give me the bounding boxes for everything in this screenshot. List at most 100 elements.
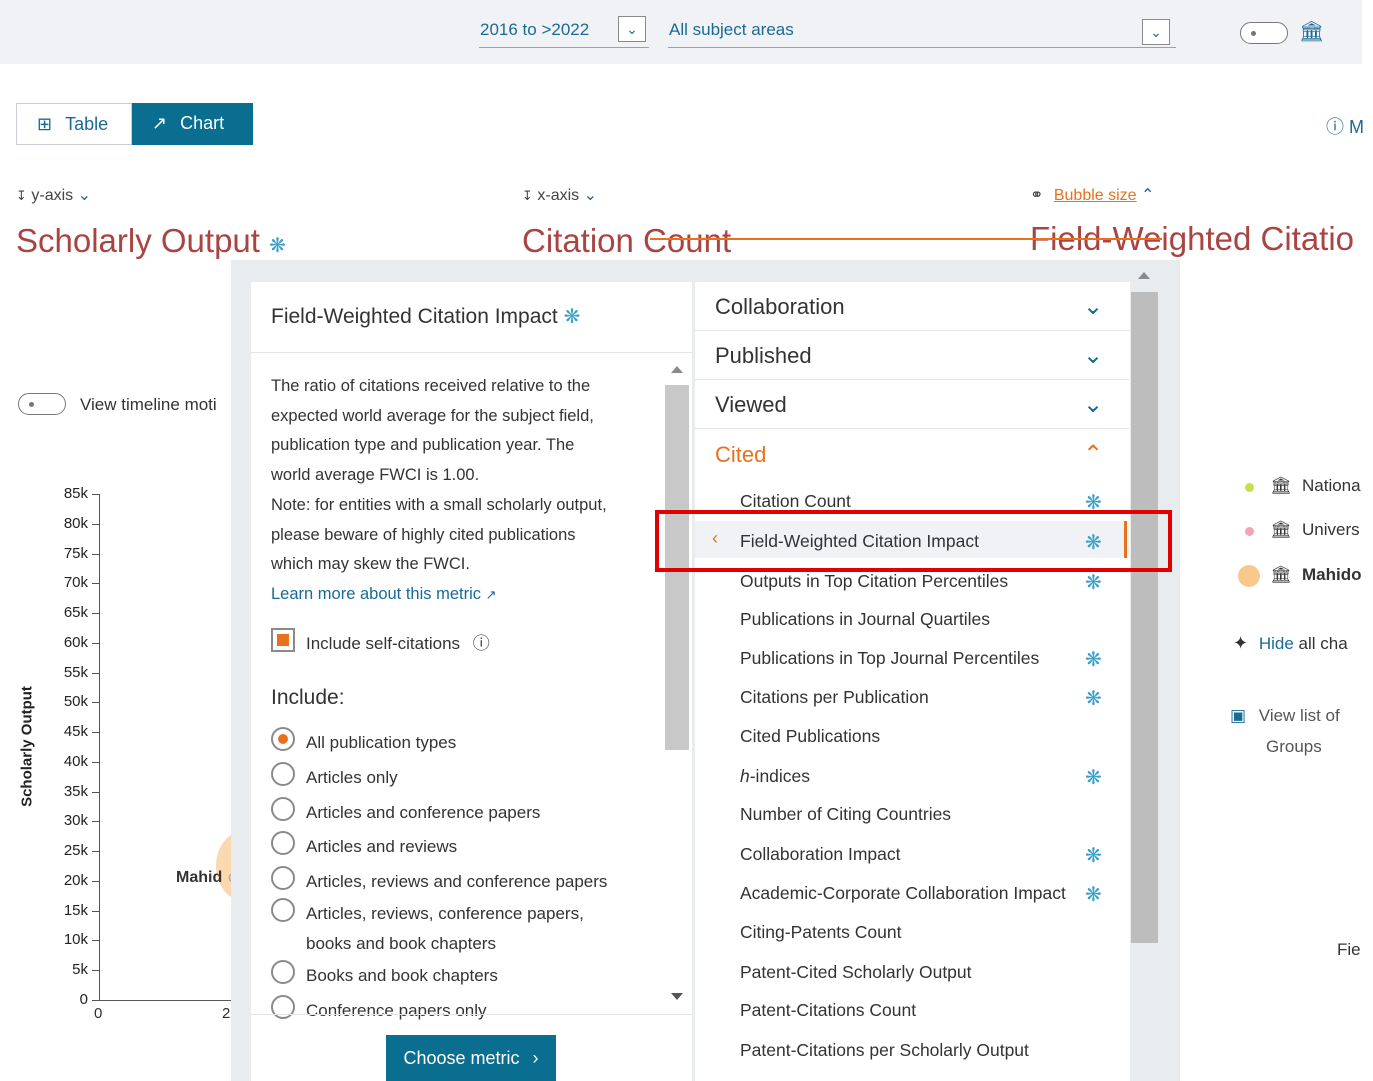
description-line: world average FWCI is 1.00. — [271, 466, 480, 485]
radio-button[interactable] — [271, 995, 295, 1019]
metric-option[interactable]: Cited Publications — [740, 726, 880, 747]
category-viewed[interactable]: Viewed ⌄ — [695, 380, 1129, 429]
metric-option[interactable]: Number of Citing Countries — [740, 804, 951, 825]
category-cited[interactable]: Cited ⌃ — [695, 430, 1129, 479]
include-heading: Include: — [271, 686, 345, 709]
radio-label: All publication types — [306, 733, 457, 752]
institution-icon: 🏛 — [1270, 565, 1292, 584]
description-line: publication type and publication year. T… — [271, 436, 575, 455]
metric-option[interactable]: Citing-Patents Count — [740, 922, 901, 943]
chevron-down-icon: ⌄ — [77, 187, 91, 204]
legend-label[interactable]: Nationa — [1302, 476, 1361, 496]
snowball-icon: ❋ — [1085, 884, 1102, 906]
category-collaboration[interactable]: Collaboration ⌄ — [695, 282, 1129, 331]
y-axis-title-wrap: Scholarly Output — [12, 680, 36, 820]
y-tick-label: 30k — [63, 812, 88, 830]
radio-button[interactable] — [271, 898, 295, 922]
metric-option[interactable]: Collaboration Impact — [740, 844, 901, 865]
radio-button[interactable] — [271, 866, 295, 890]
legend-label[interactable]: Univers — [1302, 520, 1360, 540]
legend-label[interactable]: Mahido — [1302, 565, 1362, 585]
chevron-up-icon: ⌃ — [1083, 441, 1104, 468]
y-tick-label: 25k — [63, 842, 88, 860]
line-chart-icon: ↗ — [152, 113, 168, 133]
chevron-down-icon[interactable]: ⌄ — [1142, 19, 1170, 45]
info-icon[interactable]: ⓘ — [473, 634, 490, 653]
choose-metric-button[interactable]: Choose metric › — [386, 1035, 556, 1081]
scroll-up-arrow[interactable] — [1138, 272, 1150, 279]
list-icon: ▣ — [1230, 706, 1247, 725]
y-tick-label: 65k — [63, 604, 88, 622]
self-citations-label: Include self-citations ⓘ — [306, 629, 490, 654]
y-tick-label: 45k — [63, 723, 88, 741]
metric-option[interactable]: Patent-Citations Count — [740, 1000, 916, 1021]
metric-option[interactable]: Patent-Citations per Scholarly Output — [740, 1040, 1029, 1061]
institution-toggle[interactable] — [1240, 22, 1288, 44]
metric-option[interactable]: Outputs in Top Citation Percentiles — [740, 571, 1008, 592]
bubble-size-selector[interactable]: ⚭ Bubble size ⌃ — [1030, 185, 1154, 205]
view-list-link[interactable]: ▣ View list of — [1230, 706, 1340, 726]
y-tick-label: 15k — [63, 901, 88, 919]
category-label: Viewed — [715, 392, 787, 417]
radio-label: Conference papers only — [306, 1001, 487, 1020]
y-tick-label: 50k — [63, 693, 88, 711]
radio-label: Articles, reviews and conference papers — [306, 872, 608, 891]
subject-area-select[interactable]: All subject areas ⌄ — [668, 14, 1176, 48]
y-tick-label: 85k — [63, 485, 88, 502]
metric-option[interactable]: Patent-Cited Scholarly Output — [740, 962, 972, 983]
bubble-icon: ⚭ — [1030, 187, 1044, 204]
bubble-selector-underline — [650, 238, 1162, 240]
description-line: Note: for entities with a small scholarl… — [271, 495, 607, 514]
grid-icon: ⊞ — [37, 114, 53, 134]
hide-all-link[interactable]: ✦ Hide all cha — [1233, 633, 1348, 654]
chevron-down-icon: ⌄ — [1083, 293, 1104, 320]
y-axis-selector[interactable]: ↧ y-axis ⌄ — [16, 185, 91, 205]
scroll-up-arrow[interactable] — [671, 366, 683, 373]
metric-option[interactable]: Publications in Journal Quartiles — [740, 609, 990, 630]
radio-button[interactable] — [271, 727, 295, 751]
institution-icon: 🏛 — [1270, 476, 1292, 495]
x-axis-label: x-axis — [537, 187, 580, 204]
metric-option[interactable]: Academic-Corporate Collaboration Impact — [740, 883, 1066, 904]
scroll-down-arrow[interactable] — [671, 993, 683, 1000]
self-citations-checkbox[interactable] — [271, 628, 295, 652]
radio-button[interactable] — [271, 762, 295, 786]
y-tick-label: 60k — [63, 633, 88, 651]
y-axis-label: y-axis — [31, 187, 74, 204]
pin-icon: ✦ — [1233, 633, 1249, 653]
radio-button[interactable] — [271, 797, 295, 821]
y-axis-title: Scholarly Output — [18, 686, 36, 807]
y-tick-label: 80k — [63, 514, 88, 532]
y-axis-icon: ↧ — [16, 188, 27, 203]
description-line: please beware of highly cited publicatio… — [271, 525, 576, 544]
timeline-toggle[interactable] — [18, 393, 66, 415]
chart-view-button[interactable]: ↗ Chart — [132, 103, 253, 145]
radio-button[interactable] — [271, 831, 295, 855]
radio-label-line2: books and book chapters — [306, 934, 496, 953]
metric-option[interactable]: Publications in Top Journal Percentiles — [740, 648, 1039, 669]
table-view-button[interactable]: ⊞ Table — [16, 103, 132, 145]
chevron-down-icon: ⌄ — [583, 187, 597, 204]
highlight-annotation-box — [655, 510, 1172, 572]
x-metric-title[interactable]: Citation Count — [522, 222, 731, 260]
metric-list-scrollbar[interactable] — [1131, 292, 1158, 943]
radio-button[interactable] — [271, 960, 295, 984]
year-range-select[interactable]: 2016 to >2022 ⌄ — [479, 14, 649, 48]
hide-link-text: Hide — [1258, 634, 1294, 653]
info-link[interactable]: ⓘ M — [1326, 113, 1364, 139]
description-line: which may skew the FWCI. — [271, 555, 470, 574]
metric-details-card: Field-Weighted Citation Impact ❋ The rat… — [251, 282, 692, 1081]
x-axis-selector[interactable]: ↧ x-axis ⌄ — [522, 185, 597, 205]
metric-option[interactable]: Citations per Publication — [740, 687, 929, 708]
description-line: The ratio of citations received relative… — [271, 377, 591, 395]
year-range-value: 2016 to >2022 — [480, 20, 590, 39]
chevron-right-icon: › — [532, 1048, 539, 1068]
category-published[interactable]: Published ⌄ — [695, 331, 1129, 380]
bubble-size-label: Bubble size — [1053, 187, 1137, 204]
y-metric-title[interactable]: Scholarly Output ❋ — [16, 222, 286, 260]
y-tick-label: 75k — [63, 544, 88, 562]
metric-option[interactable]: Citation Count — [740, 491, 851, 512]
metric-option[interactable]: h-indices — [740, 766, 810, 787]
chevron-down-icon[interactable]: ⌄ — [618, 16, 646, 42]
learn-more-link[interactable]: Learn more about this metric ↗ — [271, 580, 661, 610]
